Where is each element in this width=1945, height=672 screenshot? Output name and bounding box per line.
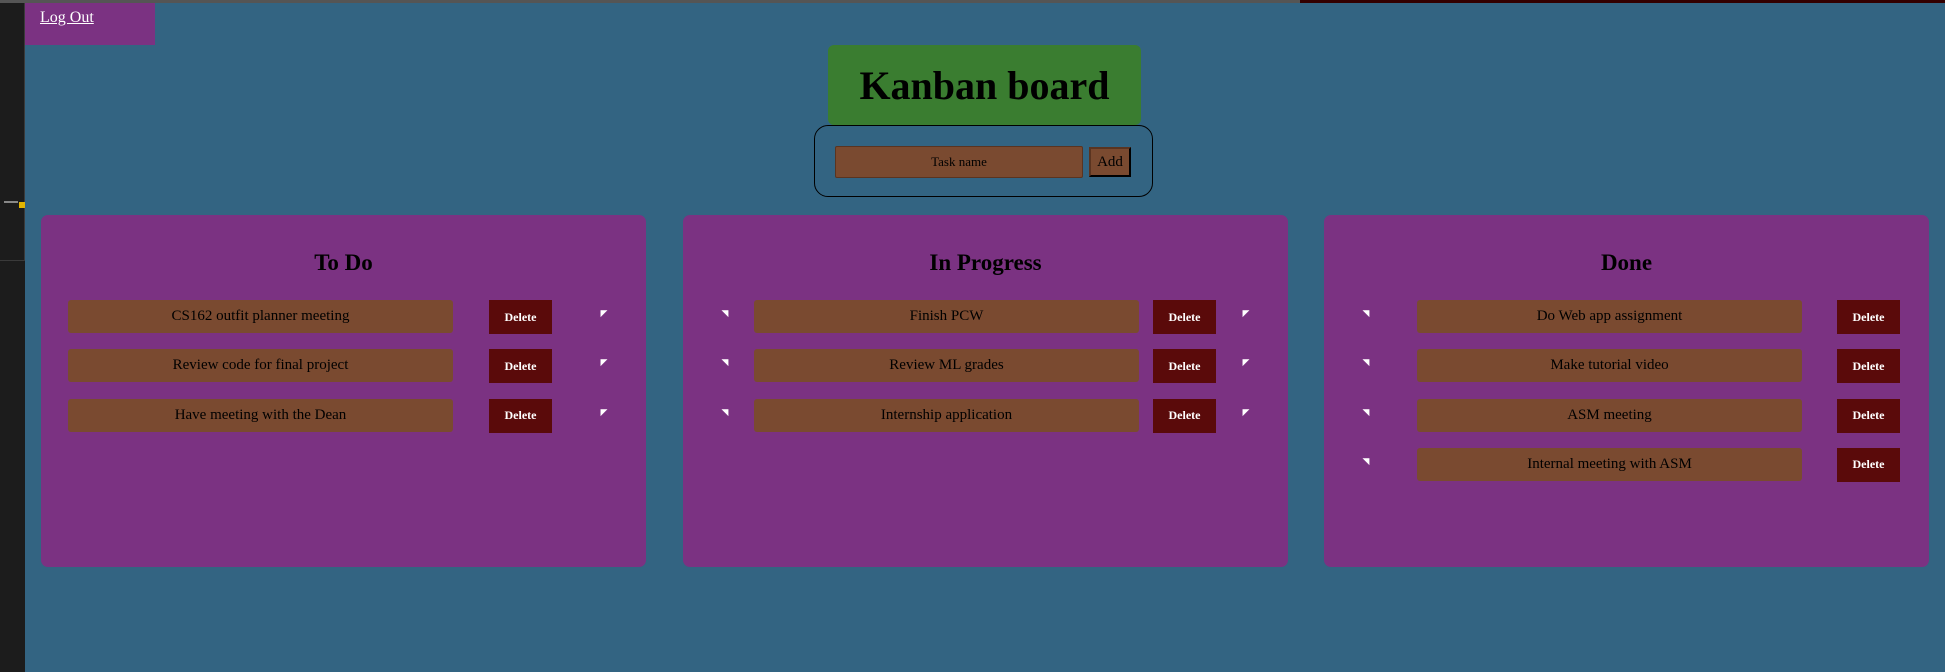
left-panel (0, 3, 25, 672)
task-card[interactable]: Have meeting with the Dean (68, 398, 453, 432)
task-card[interactable]: CS162 outfit planner meeting (68, 300, 453, 333)
page-title: Kanban board (859, 62, 1110, 108)
add-button[interactable]: Add (1089, 147, 1131, 177)
task-card[interactable]: Finish PCW (754, 300, 1139, 333)
move-right-arrow-icon[interactable]: ◤ (1240, 356, 1252, 368)
move-left-arrow-icon[interactable]: ◥ (1360, 307, 1372, 319)
delete-button[interactable]: Delete (1837, 300, 1900, 334)
delete-button[interactable]: Delete (489, 300, 552, 334)
column-title: Done (1600, 250, 1653, 275)
move-right-arrow-icon[interactable]: ◤ (1240, 307, 1252, 319)
column-todo: To Do CS162 outfit planner meeting Delete… (41, 215, 646, 567)
move-right-arrow-icon[interactable]: ◤ (598, 307, 610, 319)
move-left-arrow-icon[interactable]: ◥ (1360, 406, 1372, 418)
task-card[interactable]: Internal meeting with ASM (1417, 447, 1802, 481)
move-left-arrow-icon[interactable]: ◥ (1360, 455, 1372, 467)
delete-button[interactable]: Delete (1837, 447, 1900, 482)
task-card[interactable]: Make tutorial video (1417, 349, 1802, 383)
left-panel-line (4, 201, 18, 203)
move-right-arrow-icon[interactable]: ◤ (598, 356, 610, 368)
column-title: In Progress (929, 250, 1042, 275)
delete-button[interactable]: Delete (1153, 398, 1216, 433)
move-left-arrow-icon[interactable]: ◥ (719, 356, 731, 368)
task-name-input[interactable] (835, 146, 1083, 178)
task-card[interactable]: ASM meeting (1417, 398, 1802, 432)
task-card[interactable]: Review ML grades (754, 349, 1139, 383)
delete-button[interactable]: Delete (1837, 349, 1900, 384)
move-left-arrow-icon[interactable]: ◥ (1360, 356, 1372, 368)
delete-button[interactable]: Delete (1153, 300, 1216, 334)
logout-bar: Log Out (25, 3, 155, 45)
task-card[interactable]: Do Web app assignment (1417, 300, 1802, 333)
move-right-arrow-icon[interactable]: ◤ (598, 406, 610, 418)
kanban-page: Log Out Kanban board Add To Do CS162 out… (25, 3, 1945, 672)
title-box: Kanban board (828, 45, 1141, 125)
logout-link[interactable]: Log Out (40, 9, 94, 27)
column-title: To Do (314, 250, 373, 275)
move-right-arrow-icon[interactable]: ◤ (1240, 406, 1252, 418)
move-left-arrow-icon[interactable]: ◥ (719, 406, 731, 418)
task-card[interactable]: Review code for final project (68, 349, 453, 383)
move-left-arrow-icon[interactable]: ◥ (719, 307, 731, 319)
delete-button[interactable]: Delete (489, 349, 552, 384)
add-task-form: Add (814, 125, 1153, 197)
column-done: Done ◥ Do Web app assignment Delete ◥ Make t… (1324, 215, 1929, 567)
delete-button[interactable]: Delete (1837, 398, 1900, 433)
delete-button[interactable]: Delete (489, 398, 552, 433)
left-panel-box (0, 3, 25, 261)
column-in-progress: In Progress ◥ Finish PCW Delete ◤ ◥ Review ML… (683, 215, 1288, 567)
task-card[interactable]: Internship application (754, 398, 1139, 432)
delete-button[interactable]: Delete (1153, 349, 1216, 384)
